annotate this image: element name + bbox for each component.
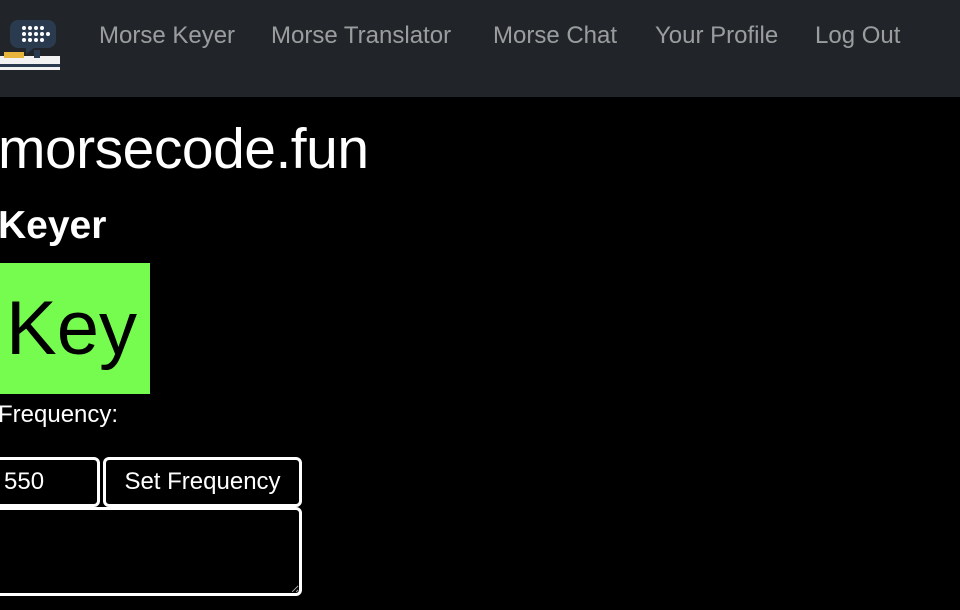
nav-link-log-out[interactable]: Log Out: [815, 20, 900, 52]
frequency-input[interactable]: [0, 457, 100, 507]
site-title: morsecode.fun: [0, 117, 369, 181]
set-frequency-button[interactable]: Set Frequency: [103, 457, 302, 507]
section-heading-keyer: Keyer: [0, 204, 107, 247]
morse-output-textarea[interactable]: [0, 507, 302, 596]
key-button[interactable]: Key: [0, 263, 150, 394]
nav-link-morse-chat[interactable]: Morse Chat: [493, 20, 617, 52]
top-navbar: Morse Keyer Morse Translator Morse Chat …: [0, 0, 960, 97]
frequency-label: Frequency:: [0, 401, 119, 428]
nav-link-morse-translator[interactable]: Morse Translator: [271, 20, 451, 52]
nav-link-morse-keyer[interactable]: Morse Keyer: [99, 20, 235, 52]
morse-chat-logo-icon[interactable]: [0, 14, 62, 74]
nav-link-your-profile[interactable]: Your Profile: [655, 20, 778, 52]
